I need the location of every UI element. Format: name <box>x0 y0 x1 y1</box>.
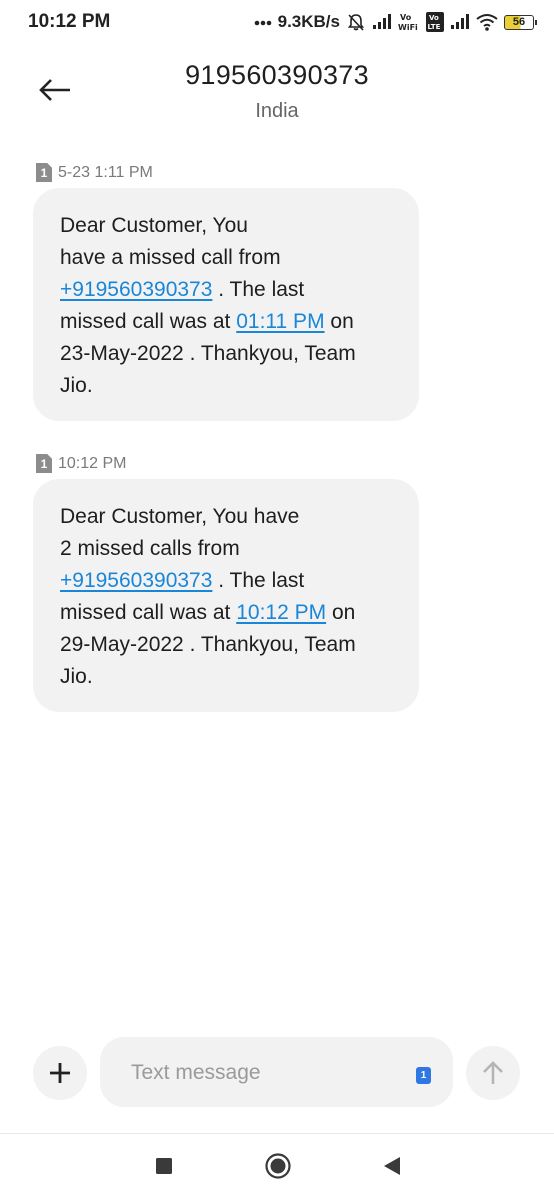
add-attachment-button[interactable] <box>33 1046 87 1100</box>
message-bubble[interactable]: Dear Customer, You have 2 missed calls f… <box>33 479 419 712</box>
signal-icon <box>373 14 391 29</box>
message-bubble[interactable]: Dear Customer, You have a missed call fr… <box>33 188 419 421</box>
contact-country: India <box>255 100 299 122</box>
message-meta: 1 10:12 PM <box>36 454 126 473</box>
messages-screen: 10:12 PM 9.3KB/s Vo WiFi Vo LTE 56 9195603… <box>0 0 554 1200</box>
message-text: Dear Customer, You have <box>60 505 300 528</box>
svg-text:WiFi: WiFi <box>398 23 418 32</box>
message-timestamp: 5-23 1:11 PM <box>58 163 153 181</box>
message-meta: 1 5-23 1:11 PM <box>36 163 153 182</box>
send-button[interactable] <box>466 1046 520 1100</box>
sim-card-icon: 1 <box>36 454 52 473</box>
message-text: missed call was at <box>60 601 237 624</box>
message-text: on <box>326 601 356 624</box>
svg-text:Vo: Vo <box>429 14 439 22</box>
navigation-bar <box>0 1134 554 1200</box>
message-input-placeholder: Text message <box>131 1061 261 1084</box>
back-nav-button[interactable] <box>377 1151 407 1181</box>
message-text: 23-May-2022 . Thankyou, Team <box>60 342 356 365</box>
message-timestamp: 10:12 PM <box>58 454 127 472</box>
sim-card-icon: 1 <box>36 163 52 182</box>
sim-number: 1 <box>420 1070 427 1081</box>
status-bar: 10:12 PM 9.3KB/s Vo WiFi Vo LTE 56 <box>0 0 554 44</box>
message-text: Dear Customer, You <box>60 214 248 237</box>
signal-icon <box>451 14 469 29</box>
message-text: . The last <box>212 569 305 592</box>
triangle-back-icon <box>384 1157 400 1175</box>
message-input[interactable]: Text message 1 <box>100 1037 453 1107</box>
message-text: missed call was at <box>60 310 237 333</box>
message-text: Jio. <box>60 665 93 688</box>
arrow-up-icon <box>483 1061 503 1084</box>
plus-icon <box>50 1063 70 1083</box>
network-speed: 9.3KB/s <box>277 12 340 31</box>
phone-number-link[interactable]: +919560390373 <box>60 278 212 301</box>
circle-icon <box>265 1153 291 1179</box>
vowifi-icon: VoWiFi <box>398 13 418 32</box>
sim-select-button[interactable]: 1 <box>416 1067 431 1084</box>
time-link[interactable]: 01:11 PM <box>236 310 324 333</box>
dots-icon <box>254 20 271 26</box>
message-text: have a missed call from <box>60 246 281 269</box>
contact-number: 919560390373 <box>185 60 369 90</box>
home-button[interactable] <box>263 1151 293 1181</box>
recents-button[interactable] <box>149 1151 179 1181</box>
wifi-icon <box>476 14 498 31</box>
time-link[interactable]: 10:12 PM <box>236 601 326 624</box>
status-icons: 9.3KB/s Vo WiFi Vo LTE 56 <box>254 10 537 34</box>
volte-icon: VoLTE <box>426 12 444 32</box>
svg-text:Vo: Vo <box>400 13 412 22</box>
message-text: 2 missed calls from <box>60 537 240 560</box>
status-time: 10:12 PM <box>28 11 111 32</box>
phone-number-link[interactable]: +919560390373 <box>60 569 212 592</box>
message-text: 29-May-2022 . Thankyou, Team <box>60 633 356 656</box>
message-text: . The last <box>212 278 305 301</box>
message-text: Jio. <box>60 374 93 397</box>
mute-icon <box>347 14 365 31</box>
square-icon <box>156 1158 172 1174</box>
conversation-header: 919560390373 India <box>0 44 554 134</box>
battery-level: 56 <box>512 16 526 28</box>
battery-icon: 56 <box>504 14 537 30</box>
svg-text:LTE: LTE <box>428 23 441 31</box>
message-text: on <box>324 310 354 333</box>
